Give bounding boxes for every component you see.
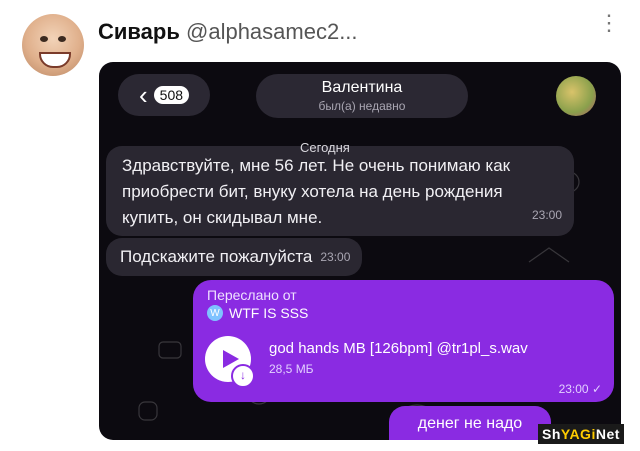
watermark-part: Net [595,426,620,442]
back-button[interactable]: ‹ 508 [118,74,210,116]
date-separator: Сегодня [300,140,350,155]
contact-name: Валентина [321,79,403,96]
file-name: god hands MB [126bpm] @tr1pl_s.wav [269,340,528,357]
watermark-logo: ShYAGiNet [538,424,624,444]
file-size: 28,5 МБ [269,362,314,376]
avatar-eye [40,36,48,42]
chat-title[interactable]: Валентина был(а) недавно [256,74,468,118]
channel-icon: W [207,305,223,321]
sent-check-icon: ✓ [591,382,602,396]
message-bubble[interactable]: Здравствуйте, мне 56 лет. Не очень поним… [106,146,574,236]
message-bubble[interactable]: Подскажите пожалуйста 23:00 [106,238,363,276]
message-text: Здравствуйте, мне 56 лет. Не очень поним… [122,156,511,227]
contact-status: был(а) недавно [318,99,406,113]
watermark-part: Sh [542,426,561,442]
avatar-eye [58,36,66,42]
message-time-text: 23:00 [558,382,589,396]
more-options-icon[interactable]: ⋮ [598,12,620,34]
contact-avatar[interactable] [556,76,596,116]
message-time: 23:00 ✓ [559,382,602,396]
message-time: 23:00 [531,208,562,222]
chevron-left-icon: ‹ [138,80,148,110]
unread-badge: 508 [153,86,190,104]
message-text: Подскажите пожалуйста [120,247,313,266]
message-bubble[interactable]: денег не надо [389,406,551,440]
watermark-part: YAGi [560,426,596,442]
message-time: 23:00 [320,250,351,264]
forwarded-channel[interactable]: W WTF IS SSS [207,305,308,321]
download-icon[interactable]: ↓ [231,364,255,388]
author-name[interactable]: Сиварь [98,19,180,45]
author-handle[interactable]: @alphasamec2... [186,19,358,45]
avatar[interactable] [22,14,84,76]
forwarded-from-label: Переслано от [207,287,297,303]
forwarded-audio-message[interactable]: Переслано от W WTF IS SSS ↓ god hands MB… [193,280,614,402]
channel-name: WTF IS SSS [229,305,309,321]
avatar-mouth [39,52,71,68]
